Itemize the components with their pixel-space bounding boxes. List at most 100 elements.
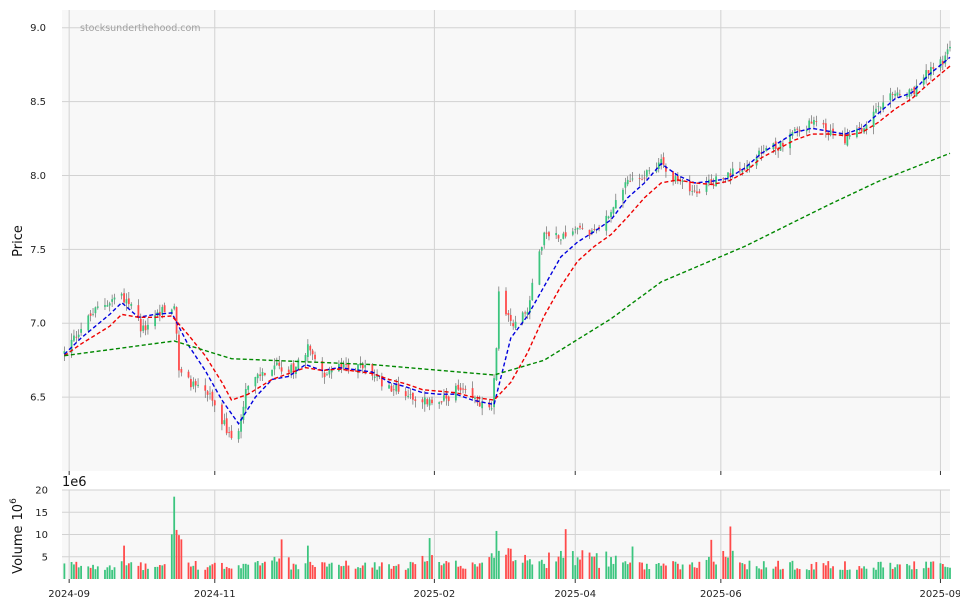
volume-bar: [306, 545, 309, 579]
candle-body: [829, 130, 832, 136]
volume-bar: [457, 566, 460, 579]
candle-body: [96, 306, 99, 308]
candle-body: [495, 348, 498, 381]
price-ytick-label-1: 7.0: [30, 319, 46, 330]
volume-ytick-label-1: 10: [35, 530, 48, 541]
volume-bar: [70, 561, 73, 579]
candle-body: [691, 190, 694, 192]
volume-bar: [75, 561, 78, 579]
volume-bar: [454, 560, 457, 579]
volume-bar: [287, 557, 290, 579]
candle-body: [813, 119, 815, 125]
candle-body: [743, 169, 746, 171]
volume-bar: [471, 562, 474, 579]
volume-bar: [514, 560, 517, 579]
x-tick-label-4: 2025-06: [700, 589, 742, 600]
candle-body: [693, 190, 696, 192]
candle-body: [426, 399, 429, 405]
volume-bar: [772, 568, 775, 579]
volume-bar: [223, 568, 226, 579]
volume-bar: [259, 565, 262, 579]
volume-bar: [264, 561, 266, 579]
candle-body: [588, 229, 591, 236]
volume-bar: [280, 539, 283, 579]
volume-bar: [297, 569, 300, 579]
candle-body: [254, 377, 257, 387]
candle-body: [949, 46, 951, 49]
volume-bar: [925, 561, 928, 579]
candle-body: [610, 212, 612, 218]
volume-bar: [891, 568, 894, 579]
x-tick-label-5: 2025-09: [920, 589, 960, 600]
volume-bar: [209, 565, 211, 579]
volume-bar: [894, 567, 896, 579]
volume-bar: [311, 565, 314, 579]
candle-body: [428, 399, 431, 406]
volume-bar: [581, 550, 584, 579]
candle-body: [123, 293, 125, 303]
volume-bar: [906, 563, 908, 579]
candle-body: [793, 129, 796, 131]
candle-body: [698, 191, 701, 194]
volume-bar: [139, 562, 142, 579]
volume-bar: [822, 563, 825, 579]
volume-bar: [548, 552, 550, 579]
candle-body: [722, 178, 725, 180]
volume-bar: [178, 535, 180, 579]
volume-bar: [490, 553, 493, 579]
candle-body: [130, 303, 133, 306]
volume-bar: [447, 562, 450, 579]
volume-bar: [727, 557, 729, 579]
volume-bar: [111, 569, 114, 579]
volume-bar: [576, 557, 579, 579]
candle-body: [80, 329, 82, 333]
volume-bar: [459, 565, 462, 579]
candle-body: [557, 235, 560, 239]
volume-bar: [643, 569, 646, 579]
candle-body: [414, 399, 417, 401]
volume-bar: [557, 556, 560, 579]
volume-bar: [395, 565, 398, 579]
volume-bar: [373, 562, 376, 579]
candle-body: [593, 229, 596, 230]
volume-bar: [254, 562, 257, 579]
candle-body: [624, 182, 627, 188]
candle-body: [898, 94, 901, 96]
candle-body: [512, 323, 515, 327]
candle-body: [505, 290, 507, 315]
volume-bar: [309, 561, 312, 579]
candle-body: [641, 179, 643, 181]
candle-body: [180, 369, 183, 373]
volume-bar: [247, 564, 250, 579]
volume-bar: [612, 563, 615, 579]
candle-body: [397, 383, 400, 392]
volume-ytick-label-3: 20: [35, 486, 48, 497]
volume-bar: [789, 562, 791, 579]
volume-bar: [371, 567, 374, 579]
candle-body: [906, 95, 908, 97]
volume-bar: [710, 539, 713, 579]
candle-body: [478, 402, 481, 407]
volume-bar: [872, 567, 875, 579]
volume-bar: [163, 564, 166, 579]
candle-body: [206, 391, 209, 395]
candle-body: [125, 299, 128, 304]
candle-body: [564, 232, 567, 237]
candle-body: [889, 93, 892, 101]
candle-body: [237, 430, 240, 440]
volume-bar: [390, 568, 393, 579]
volume-bar: [528, 559, 531, 579]
volume-bar: [863, 566, 865, 579]
volume-bar: [898, 564, 901, 579]
volume-bar: [755, 566, 758, 579]
candle-body: [856, 128, 858, 138]
candle-body: [927, 70, 930, 74]
candle-body: [538, 251, 541, 285]
candle-body: [230, 430, 233, 439]
volume-bar: [910, 569, 913, 579]
volume-bar: [949, 567, 951, 579]
candle-body: [696, 191, 698, 194]
candle-body: [412, 392, 414, 400]
volume-bar: [626, 564, 629, 579]
volume-bar: [927, 567, 930, 579]
